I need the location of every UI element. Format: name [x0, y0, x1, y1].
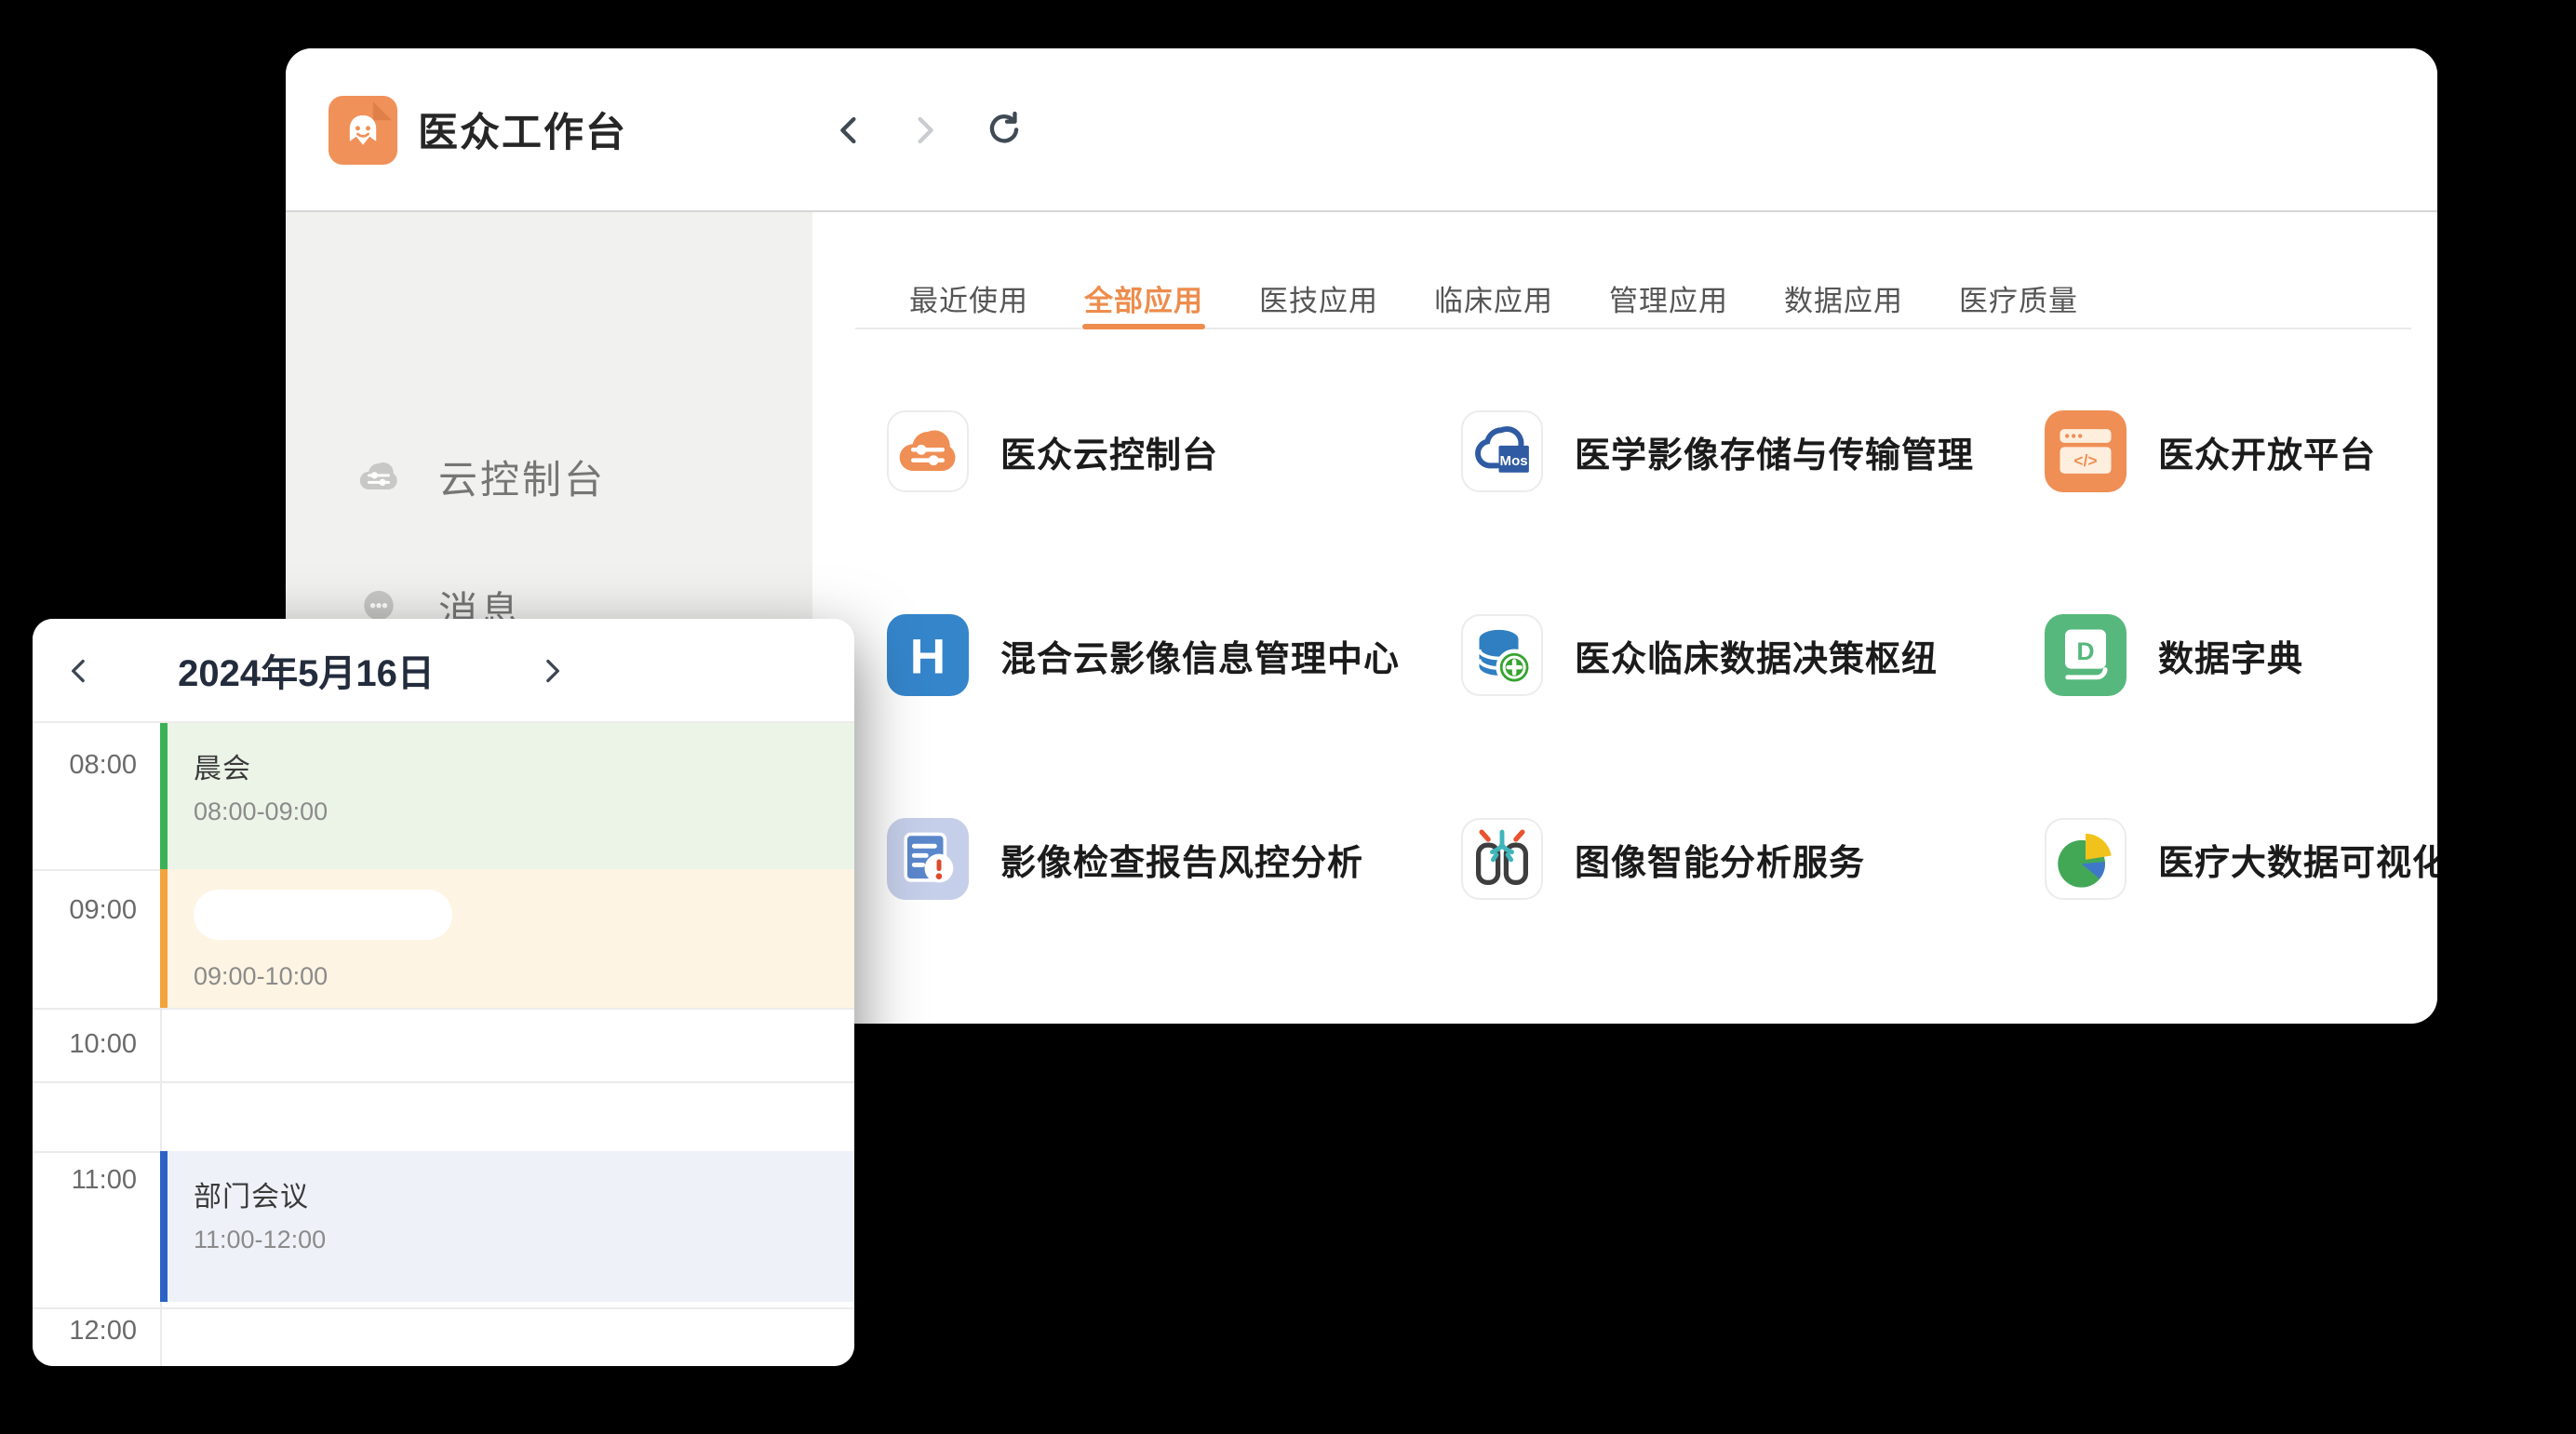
title-bar: 医众工作台: [286, 48, 2437, 212]
app-name: 混合云影像信息管理中心: [1000, 630, 1400, 681]
time-label: 11:00: [33, 1165, 137, 1196]
event-title-placeholder: [194, 890, 452, 940]
app-item-big-data-visualization[interactable]: 医疗大数据可视化: [2045, 818, 2437, 900]
calendar-header: 2024年5月16日: [33, 619, 854, 723]
refresh-button[interactable]: [982, 108, 1026, 153]
app-name: 医学影像存储与传输管理: [1575, 426, 1974, 477]
svg-text:H: H: [910, 629, 946, 684]
event-title: 部门会议: [194, 1173, 854, 1214]
hour-gridline: [33, 1307, 854, 1309]
event-title: 晨会: [194, 745, 854, 786]
letter-h-icon: H: [887, 614, 969, 696]
app-grid: 医众云控制台 Mos 医学影像存储与传输管理: [887, 410, 2437, 900]
tab-all-apps[interactable]: 全部应用: [1084, 266, 1203, 329]
app-item-cloud-console[interactable]: 医众云控制台: [887, 410, 1461, 492]
app-category-tabs: 最近使用 全部应用 医技应用 临床应用 管理应用 数据应用 医疗质量: [909, 266, 2078, 329]
calendar-panel: 2024年5月16日 08:00 09:00 10:00 11:00 12:00…: [33, 619, 854, 1366]
event-time: 09:00-10:00: [194, 962, 854, 991]
database-plus-icon: [1461, 614, 1543, 696]
code-window-icon: </>: [2045, 410, 2127, 492]
svg-text:D: D: [2076, 637, 2094, 665]
tab-management-apps[interactable]: 管理应用: [1609, 266, 1728, 329]
back-button[interactable]: [827, 108, 872, 153]
app-item-hybrid-cloud-imaging[interactable]: H 混合云影像信息管理中心: [887, 614, 1461, 696]
app-name: 医疗大数据可视化: [2158, 834, 2437, 885]
tab-recent[interactable]: 最近使用: [909, 266, 1028, 329]
sidebar-item-cloud-console[interactable]: 云控制台: [286, 424, 812, 529]
app-name: 图像智能分析服务: [1575, 834, 1865, 885]
svg-text:Mos: Mos: [1500, 453, 1528, 469]
mos-cloud-icon: Mos: [1461, 410, 1543, 492]
chevron-left-icon: [827, 108, 872, 153]
calendar-event-untitled[interactable]: 09:00-10:00: [160, 869, 854, 1008]
report-alert-icon: [887, 818, 969, 900]
cloud-sliders-icon: [353, 450, 405, 503]
hour-gridline: [33, 1081, 854, 1083]
svg-text:</>: </>: [2073, 451, 2097, 470]
tab-medtech-apps[interactable]: 医技应用: [1259, 266, 1378, 329]
event-time: 11:00-12:00: [194, 1226, 854, 1254]
tab-medical-quality[interactable]: 医疗质量: [1959, 266, 2078, 329]
app-title: 医众工作台: [418, 48, 627, 210]
app-item-clinical-data-hub[interactable]: 医众临床数据决策枢纽: [1461, 614, 2045, 696]
app-item-pacs[interactable]: Mos 医学影像存储与传输管理: [1461, 410, 2045, 492]
lungs-icon: [1461, 818, 1543, 900]
chevron-left-icon: [59, 650, 101, 692]
chevron-right-icon: [902, 108, 946, 153]
time-label: 10:00: [33, 1029, 137, 1060]
tab-data-apps[interactable]: 数据应用: [1784, 266, 1903, 329]
app-item-report-risk-analysis[interactable]: 影像检查报告风控分析: [887, 818, 1461, 900]
app-item-open-platform[interactable]: </> 医众开放平台: [2045, 410, 2437, 492]
app-name: 数据字典: [2158, 630, 2303, 681]
time-label: 09:00: [33, 895, 137, 926]
refresh-icon: [982, 108, 1026, 153]
app-name: 医众云控制台: [1000, 426, 1218, 477]
cloud-console-icon: [887, 410, 969, 492]
calendar-event-department-meeting[interactable]: 部门会议 11:00-12:00: [160, 1151, 854, 1302]
time-label: 08:00: [33, 750, 137, 781]
app-name: 医众开放平台: [2158, 426, 2376, 477]
app-name: 影像检查报告风控分析: [1000, 834, 1363, 885]
dictionary-book-icon: D: [2045, 614, 2127, 696]
chevron-right-icon: [530, 650, 572, 692]
calendar-day-grid: 08:00 09:00 10:00 11:00 12:00 晨会 08:00-0…: [33, 723, 854, 1366]
app-name: 医众临床数据决策枢纽: [1575, 630, 1938, 681]
event-time: 08:00-09:00: [194, 797, 854, 826]
pie-chart-icon: [2045, 818, 2127, 900]
time-label: 12:00: [33, 1316, 137, 1347]
forward-button[interactable]: [902, 108, 946, 153]
hour-gridline: [33, 1008, 854, 1010]
next-day-button[interactable]: [530, 650, 572, 692]
app-item-data-dictionary[interactable]: D 数据字典: [2045, 614, 2437, 696]
prev-day-button[interactable]: [59, 650, 101, 692]
tab-clinical-apps[interactable]: 临床应用: [1434, 266, 1553, 329]
sidebar-item-label: 云控制台: [438, 449, 606, 505]
screenshot-stage: 医众工作台: [0, 0, 2576, 1434]
calendar-event-morning-meeting[interactable]: 晨会 08:00-09:00: [160, 723, 854, 869]
app-logo-icon: [329, 96, 397, 165]
calendar-date-title: 2024年5月16日: [142, 619, 470, 721]
app-item-image-ai-analysis[interactable]: 图像智能分析服务: [1461, 818, 2045, 900]
